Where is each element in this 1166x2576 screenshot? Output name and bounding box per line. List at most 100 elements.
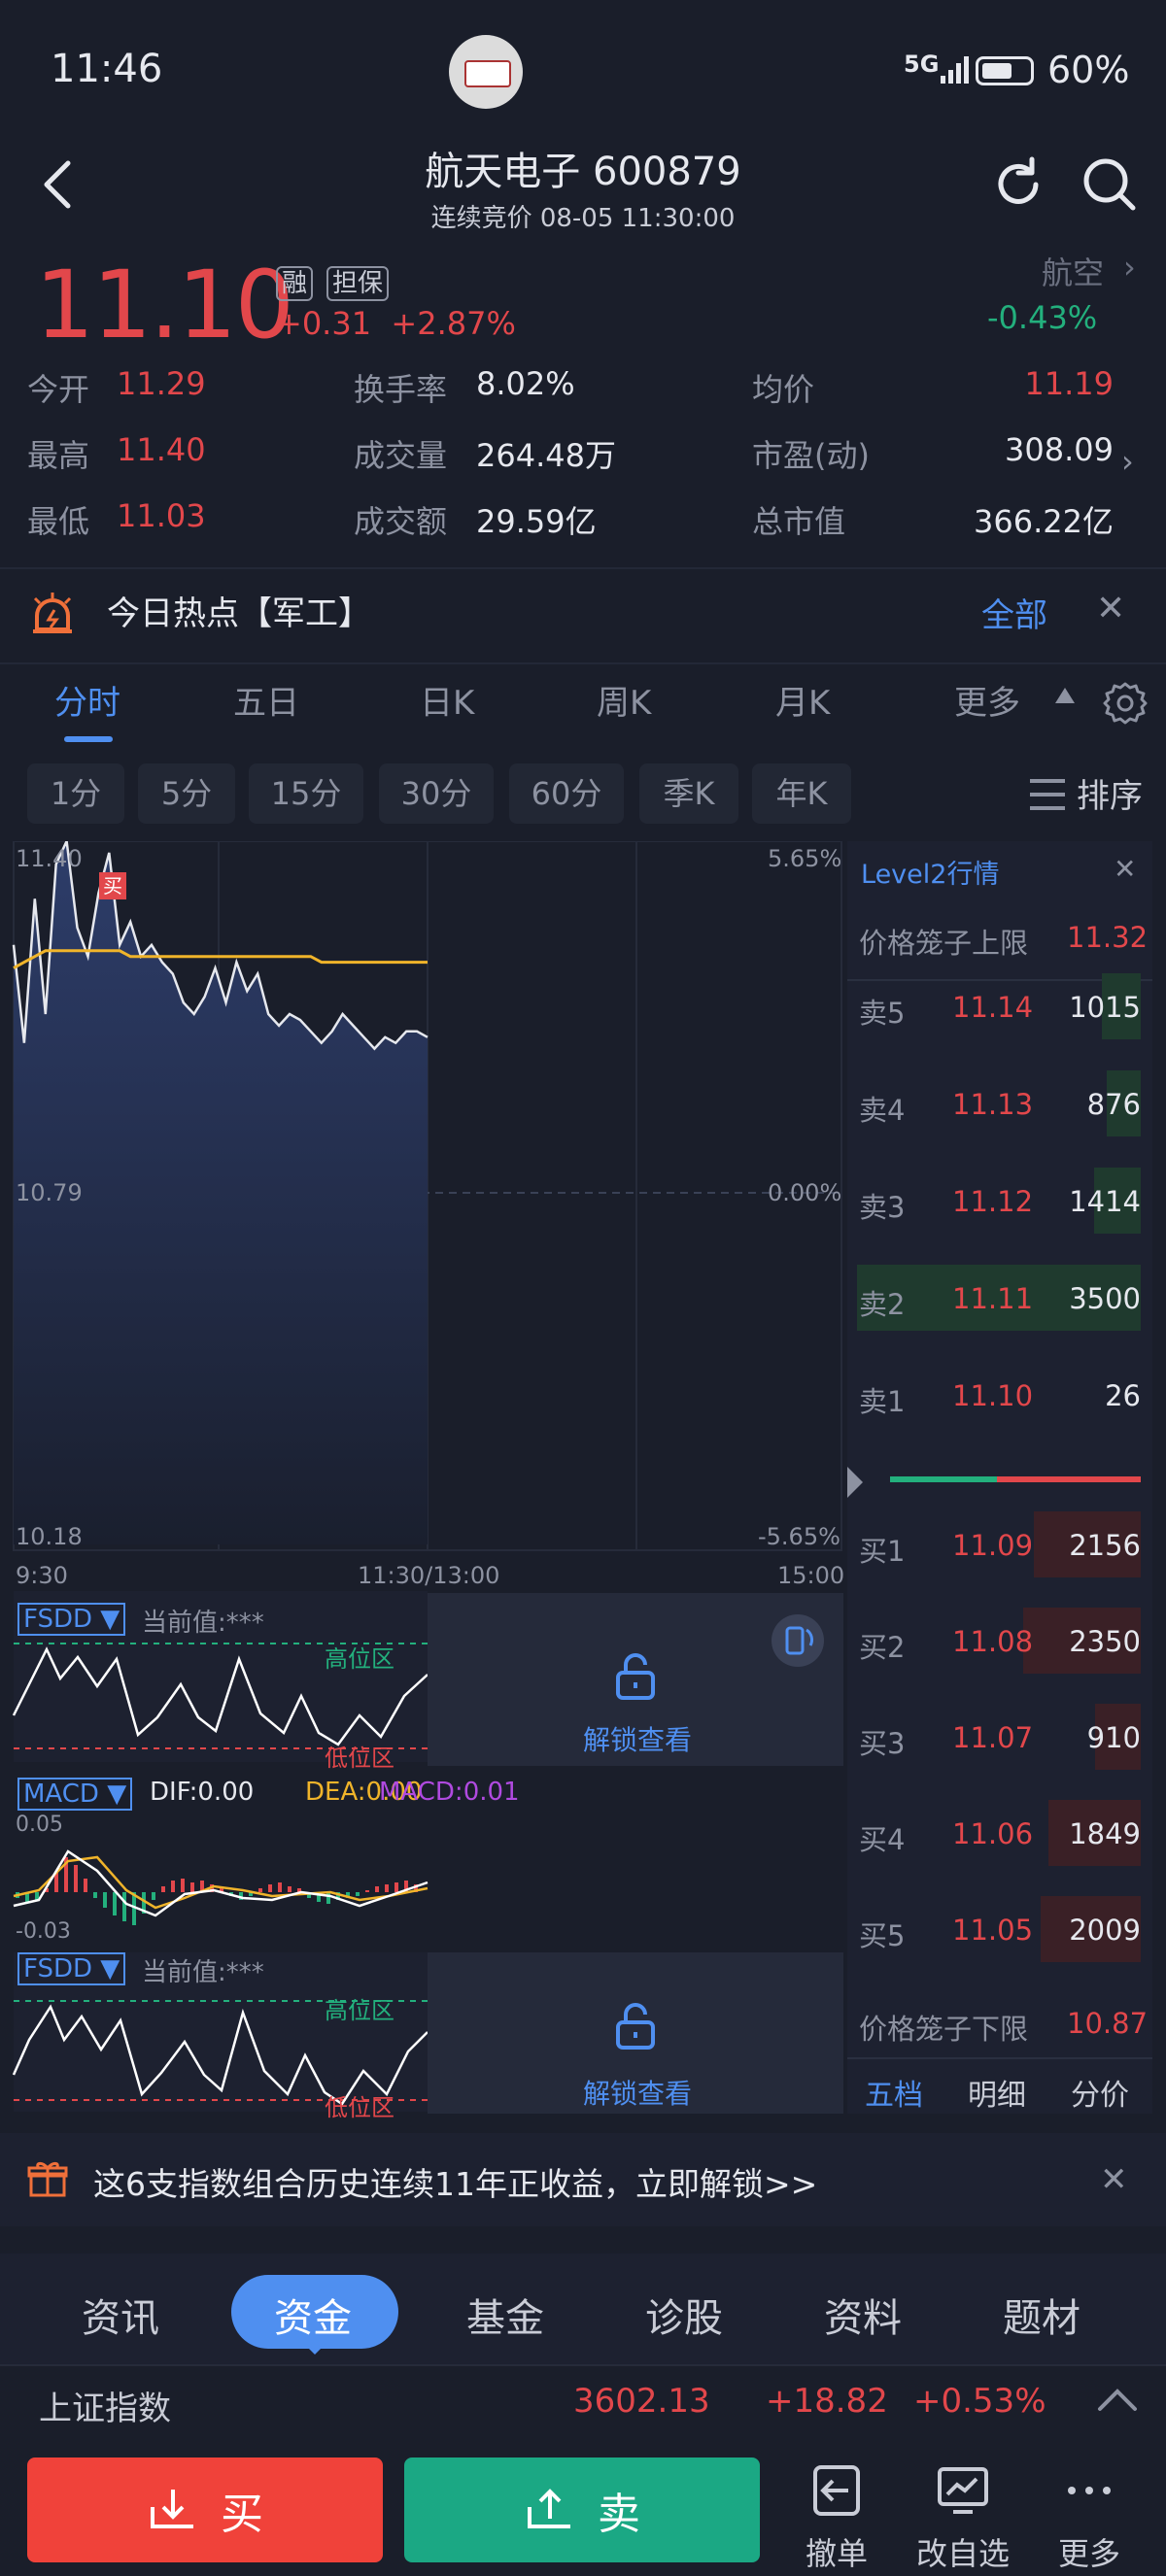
ask-level-volume: 3500 [1069, 1282, 1141, 1315]
unlock-label[interactable]: 解锁查看 [583, 1719, 692, 1758]
bid-level-volume: 2156 [1069, 1529, 1141, 1562]
tab-fund[interactable]: 基金 [466, 2287, 544, 2343]
price-change: +0.31 +2.87% [276, 305, 516, 342]
sort-icon[interactable] [1028, 777, 1067, 812]
edit-watchlist-button[interactable]: 改自选 [909, 2461, 1016, 2572]
lower-limit-label: 价格笼子下限 [859, 2013, 1029, 2046]
period-15m[interactable]: 15分 [249, 763, 363, 824]
sector-name[interactable]: 航空 [1042, 249, 1104, 293]
tab-funds-flow[interactable]: 资金 [274, 2287, 352, 2343]
margin-badge: 融 [276, 266, 314, 301]
stat-label: 成交额 [354, 503, 448, 540]
stat-label: 总市值 [752, 503, 846, 540]
close-icon[interactable]: ✕ [1096, 589, 1125, 628]
collapse-arrow-icon[interactable] [847, 1467, 863, 1498]
tab-indicator [64, 736, 113, 742]
fsdd-value-2: 当前值:*** [142, 1958, 264, 1987]
lower-limit-value: 10.87 [1067, 2007, 1149, 2040]
macd-value: MACD:0.01 [379, 1778, 520, 1807]
search-icon[interactable] [1080, 155, 1139, 214]
fsdd-selector-2[interactable]: FSDD ▼ [17, 1952, 126, 1985]
chevron-right-icon[interactable]: › [1121, 443, 1134, 480]
network-label: 5G [904, 51, 940, 78]
close-icon[interactable]: ✕ [1114, 853, 1136, 885]
period-year-k[interactable]: 年K [752, 763, 851, 824]
pct-axis-top: 5.65% [768, 845, 842, 872]
ask-level-label: 卖4 [859, 1094, 906, 1127]
intraday-chart[interactable] [0, 841, 845, 2114]
gift-icon [27, 2161, 68, 2197]
ask-level-price[interactable]: 11.13 [952, 1088, 1033, 1121]
bid-level-price[interactable]: 11.08 [952, 1625, 1033, 1658]
period-quarter-k[interactable]: 季K [639, 763, 738, 824]
ask-level-price[interactable]: 11.14 [952, 991, 1033, 1024]
tab-monthly-k[interactable]: 月K [775, 676, 830, 724]
bid-level-price[interactable]: 11.06 [952, 1817, 1033, 1850]
macd-bar [93, 1892, 97, 1898]
lock-icon[interactable] [614, 1651, 657, 1702]
stat-value: 29.59亿 [476, 503, 597, 540]
bid-ask-ratio-green [890, 1476, 997, 1482]
stat-value: 11.19 [1024, 365, 1114, 402]
upper-limit-value: 11.32 [1067, 921, 1149, 954]
ask-level-price[interactable]: 11.11 [952, 1282, 1033, 1315]
bid-level-label: 买4 [859, 1823, 906, 1856]
tab-five-day[interactable]: 五日 [233, 676, 299, 724]
tab-profile[interactable]: 资料 [824, 2287, 902, 2343]
fsdd-selector[interactable]: FSDD ▼ [17, 1603, 126, 1636]
bid-level-volume: 2009 [1069, 1914, 1141, 1947]
bid-level-price[interactable]: 11.09 [952, 1529, 1033, 1562]
macd-axis-top: 0.05 [16, 1813, 63, 1837]
ask-level-price[interactable]: 11.10 [952, 1379, 1033, 1412]
tab-detail[interactable]: 明细 [968, 2071, 1026, 2114]
macd-bar [394, 1882, 398, 1892]
cancel-order-icon [813, 2465, 860, 2516]
macd-bar [326, 1892, 330, 1904]
tab-five-levels[interactable]: 五档 [865, 2071, 923, 2114]
chevron-right-icon[interactable]: › [1123, 249, 1136, 286]
ask-level-label: 卖2 [859, 1288, 906, 1321]
ask-level-price[interactable]: 11.12 [952, 1185, 1033, 1218]
macd-bar [356, 1892, 360, 1896]
sell-button[interactable]: 卖 [404, 2457, 760, 2562]
stat-label: 均价 [752, 371, 815, 408]
buy-marker[interactable]: 买 [99, 872, 126, 899]
chevron-up-icon[interactable] [1096, 2386, 1139, 2413]
macd-selector[interactable]: MACD ▼ [17, 1778, 133, 1811]
buy-button[interactable]: 买 [27, 2457, 383, 2562]
tab-news[interactable]: 资讯 [82, 2287, 159, 2343]
period-60m[interactable]: 60分 [509, 763, 624, 824]
app-indicator-icon [449, 35, 523, 109]
tab-intraday[interactable]: 分时 [54, 676, 120, 724]
index-change-pct: +0.53% [913, 2382, 1046, 2421]
ask-level-volume: 876 [1086, 1088, 1141, 1121]
period-30m[interactable]: 30分 [379, 763, 494, 824]
cancel-order-button[interactable]: 撤单 [783, 2461, 890, 2572]
unlock-label-2[interactable]: 解锁查看 [583, 2073, 692, 2112]
period-1m[interactable]: 1分 [27, 763, 124, 824]
tab-price-dist[interactable]: 分价 [1071, 2071, 1129, 2114]
tab-theme[interactable]: 题材 [1003, 2287, 1080, 2343]
lock-icon[interactable] [614, 2001, 657, 2051]
macd-bar [122, 1892, 126, 1921]
index-change: +18.82 [766, 2382, 888, 2421]
more-button[interactable]: 更多 [1036, 2461, 1143, 2572]
period-5m[interactable]: 5分 [138, 763, 235, 824]
gear-icon[interactable] [1102, 680, 1149, 727]
hot-topic-all-link[interactable]: 全部 [981, 589, 1047, 636]
refresh-icon[interactable] [989, 155, 1047, 214]
tab-diagnosis[interactable]: 诊股 [645, 2287, 723, 2343]
sort-label[interactable]: 排序 [1077, 769, 1143, 817]
stat-label: 成交量 [354, 437, 448, 474]
bid-level-price[interactable]: 11.05 [952, 1914, 1033, 1947]
caret-up-icon[interactable] [1055, 688, 1075, 703]
bid-level-price[interactable]: 11.07 [952, 1721, 1033, 1754]
hot-topic-text[interactable]: 今日热点【军工】 [107, 587, 371, 634]
promo-text[interactable]: 这6支指数组合历史连续11年正收益，立即解锁>> [93, 2158, 817, 2205]
tab-daily-k[interactable]: 日K [420, 676, 474, 724]
ask-level-label: 卖5 [859, 997, 906, 1030]
tab-weekly-k[interactable]: 周K [597, 676, 651, 724]
tab-more[interactable]: 更多 [954, 676, 1020, 724]
close-icon[interactable]: ✕ [1100, 2160, 1128, 2199]
rotate-icon[interactable] [770, 1612, 826, 1669]
